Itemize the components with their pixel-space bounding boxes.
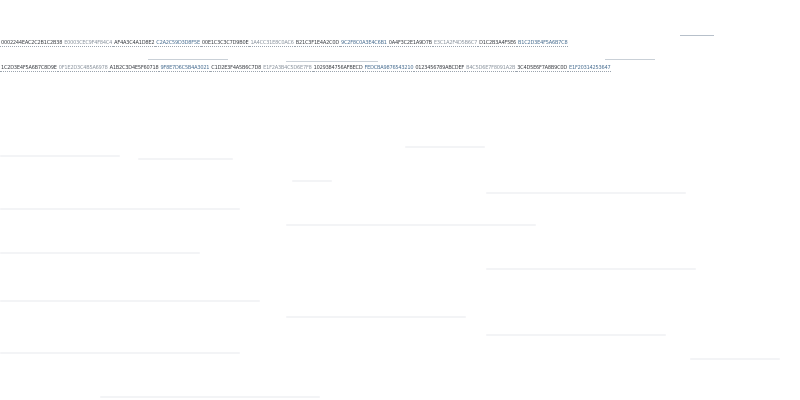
strip-cell: FEDCBA9876543210 (363, 64, 415, 72)
strip-cell: 0F1E2D3C4B5A6978 (57, 64, 109, 72)
strip-cell: 1C2D3E4F5A6B7C8D9E (0, 64, 58, 72)
strip-cell: 0002244EAC2C2B1C2B38 (0, 39, 64, 47)
divider (605, 59, 655, 60)
top-text-strip: 0002244EAC2C2B1C2B38 E0003CEC9F4F84C4 AF… (0, 39, 800, 47)
strip-cell: C2A2C59D3D8F5E (155, 39, 201, 47)
faint-content-line (292, 180, 332, 182)
divider (680, 35, 714, 36)
faint-content-line (486, 334, 666, 336)
strip-cell: 0A4F3C2E1A9D7B (387, 39, 433, 47)
faint-content-line (486, 268, 696, 270)
faint-content-line (405, 146, 485, 148)
strip-cell: B1C2D3E4F5A6B7C8 (517, 39, 569, 47)
strip-cell: B21C3F1E4A2C0D (294, 39, 340, 47)
strip-cell: 1029384756AFBECD (312, 64, 364, 72)
strip-cell: 0123456789ABCDEF (414, 64, 466, 72)
faint-content-line (486, 192, 686, 194)
strip-cell: D1C2B3A4F5E6 (478, 39, 518, 47)
strip-cell: E1F20314253647 (568, 64, 612, 72)
faint-content-line (0, 155, 120, 157)
faint-content-line (100, 396, 320, 398)
faint-content-line (286, 316, 466, 318)
strip-cell: E0003CEC9F4F84C4 (63, 39, 114, 47)
strip-cell: A1B2C3D4E5F60718 (108, 64, 160, 72)
strip-cell: 1A4CC31E8C0AC6 (249, 39, 295, 47)
strip-cell: 3C4D5E6F7A8B9C0D (516, 64, 569, 72)
faint-content-line (286, 224, 536, 226)
faint-content-line (0, 300, 260, 302)
divider (148, 59, 228, 60)
secondary-text-strip: 1C2D3E4F5A6B7C8D9E 0F1E2D3C4B5A6978 A1B2… (0, 64, 800, 72)
strip-cell: 9C2F8C0A3E4C6B1 (339, 39, 388, 47)
strip-cell: 00E1C3C3C7D9B0E (200, 39, 250, 47)
faint-content-line (0, 352, 240, 354)
faint-content-line (138, 158, 233, 160)
divider (286, 61, 378, 62)
strip-cell: C1D2E3F4A5B6C7D8 (210, 64, 263, 72)
faint-content-line (0, 252, 200, 254)
screen: 0002244EAC2C2B1C2B38 E0003CEC9F4F84C4 AF… (0, 0, 800, 400)
strip-cell: E3C1A2F4D5B6C7 (432, 39, 479, 47)
strip-cell: B4C5D6E7F8091A2B (465, 64, 517, 72)
faint-content-line (690, 358, 780, 360)
strip-cell: 9F8E7D6C5B4A3021 (159, 64, 211, 72)
strip-cell: E1F2A3B4C5D6E7F8 (262, 64, 313, 72)
faint-content-line (0, 208, 240, 210)
strip-cell: AF4A3C4A1D8E2 (113, 39, 156, 47)
